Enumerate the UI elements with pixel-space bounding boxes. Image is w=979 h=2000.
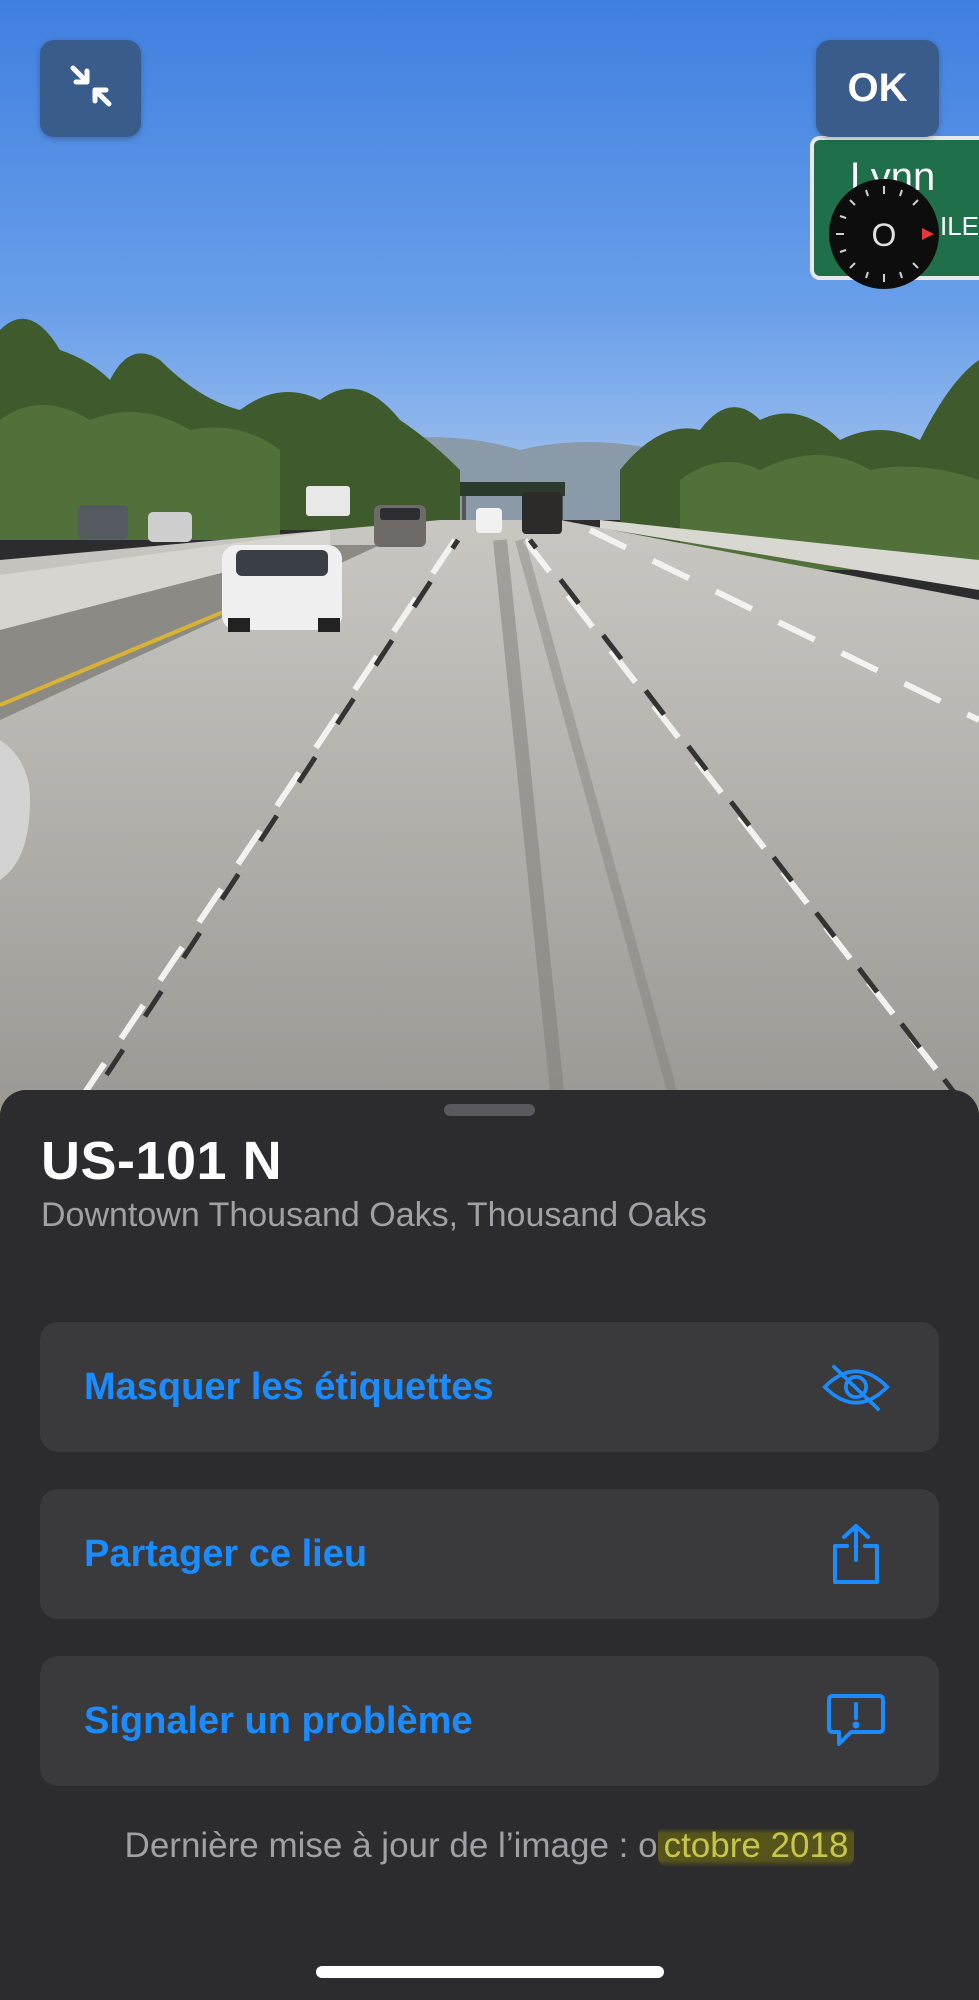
eye-slash-icon	[821, 1354, 891, 1420]
street-view-image[interactable]: Lynn ILE	[0, 0, 979, 1120]
report-bubble-icon	[821, 1688, 891, 1754]
image-update-prefix: Dernière mise à jour de l’image : o	[124, 1826, 658, 1865]
image-update-date: ctobre 2018	[657, 1824, 855, 1867]
collapse-arrows-icon	[67, 62, 115, 115]
compass-icon: O	[829, 179, 939, 289]
hide-labels-label: Masquer les étiquettes	[84, 1366, 494, 1408]
report-problem-label: Signaler un problème	[84, 1700, 473, 1742]
home-indicator[interactable]	[316, 1966, 664, 1978]
report-problem-button[interactable]: Signaler un problème	[40, 1656, 939, 1786]
image-update-footer: Dernière mise à jour de l’image : o ctobr…	[0, 1824, 979, 1867]
car-white	[222, 545, 342, 632]
sheet-grabber[interactable]	[444, 1104, 535, 1116]
share-place-label: Partager ce lieu	[84, 1533, 368, 1575]
ok-button[interactable]: OK	[816, 40, 939, 137]
place-subtitle: Downtown Thousand Oaks, Thousand Oaks	[41, 1196, 707, 1234]
place-title: US-101 N	[41, 1131, 283, 1191]
hide-labels-button[interactable]: Masquer les étiquettes	[40, 1322, 939, 1452]
car-dark	[374, 505, 426, 547]
compass-button[interactable]: O	[828, 178, 940, 290]
share-place-button[interactable]: Partager ce lieu	[40, 1489, 939, 1619]
share-icon	[821, 1521, 891, 1587]
svg-text:ILE: ILE	[940, 211, 979, 241]
collapse-button[interactable]	[40, 40, 141, 137]
svg-text:O: O	[872, 217, 897, 253]
place-sheet: US-101 N Downtown Thousand Oaks, Thousan…	[0, 1090, 979, 2000]
highway-scene: Lynn ILE	[0, 0, 979, 1120]
